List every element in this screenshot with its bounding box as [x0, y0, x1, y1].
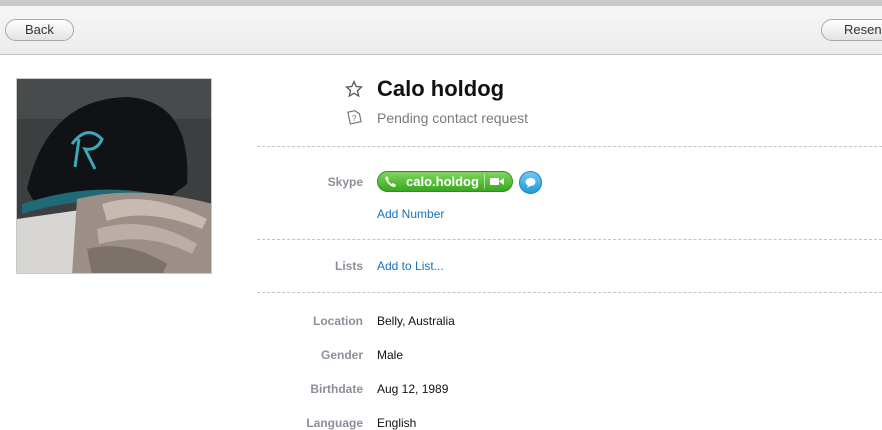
- pending-request-icon: ?: [347, 110, 362, 125]
- divider: [257, 292, 882, 293]
- skype-handle: calo.holdog: [406, 174, 479, 189]
- star-icon[interactable]: [345, 80, 363, 98]
- add-number-link[interactable]: Add Number: [377, 207, 444, 221]
- gender-label: Gender: [320, 348, 363, 362]
- birthdate-label: Birthdate: [310, 382, 363, 396]
- divider: [257, 146, 882, 147]
- language-value: English: [377, 416, 417, 430]
- phone-icon: [385, 176, 396, 187]
- contact-name: Calo holdog: [377, 76, 505, 101]
- add-to-list-link[interactable]: Add to List...: [377, 259, 444, 273]
- birthdate-value: Aug 12, 1989: [377, 382, 449, 396]
- resend-button[interactable]: Resend: [821, 19, 882, 41]
- chat-button[interactable]: [519, 171, 542, 194]
- avatar: [16, 78, 212, 274]
- svg-text:?: ?: [352, 114, 357, 123]
- gender-value: Male: [377, 348, 404, 362]
- skype-call-button[interactable]: calo.holdog: [377, 171, 513, 192]
- button-separator: [484, 174, 485, 189]
- divider: [257, 239, 882, 240]
- language-label: Language: [306, 416, 363, 430]
- lists-label: Lists: [334, 259, 363, 273]
- skype-label: Skype: [327, 175, 363, 189]
- location-label: Location: [313, 314, 363, 328]
- toolbar: Back Resend: [0, 0, 882, 55]
- chat-bubble-icon: [525, 178, 536, 188]
- pending-status: Pending contact request: [377, 110, 528, 126]
- back-button[interactable]: Back: [5, 19, 74, 41]
- location-value: Belly, Australia: [377, 314, 455, 328]
- video-call-icon[interactable]: [490, 177, 504, 186]
